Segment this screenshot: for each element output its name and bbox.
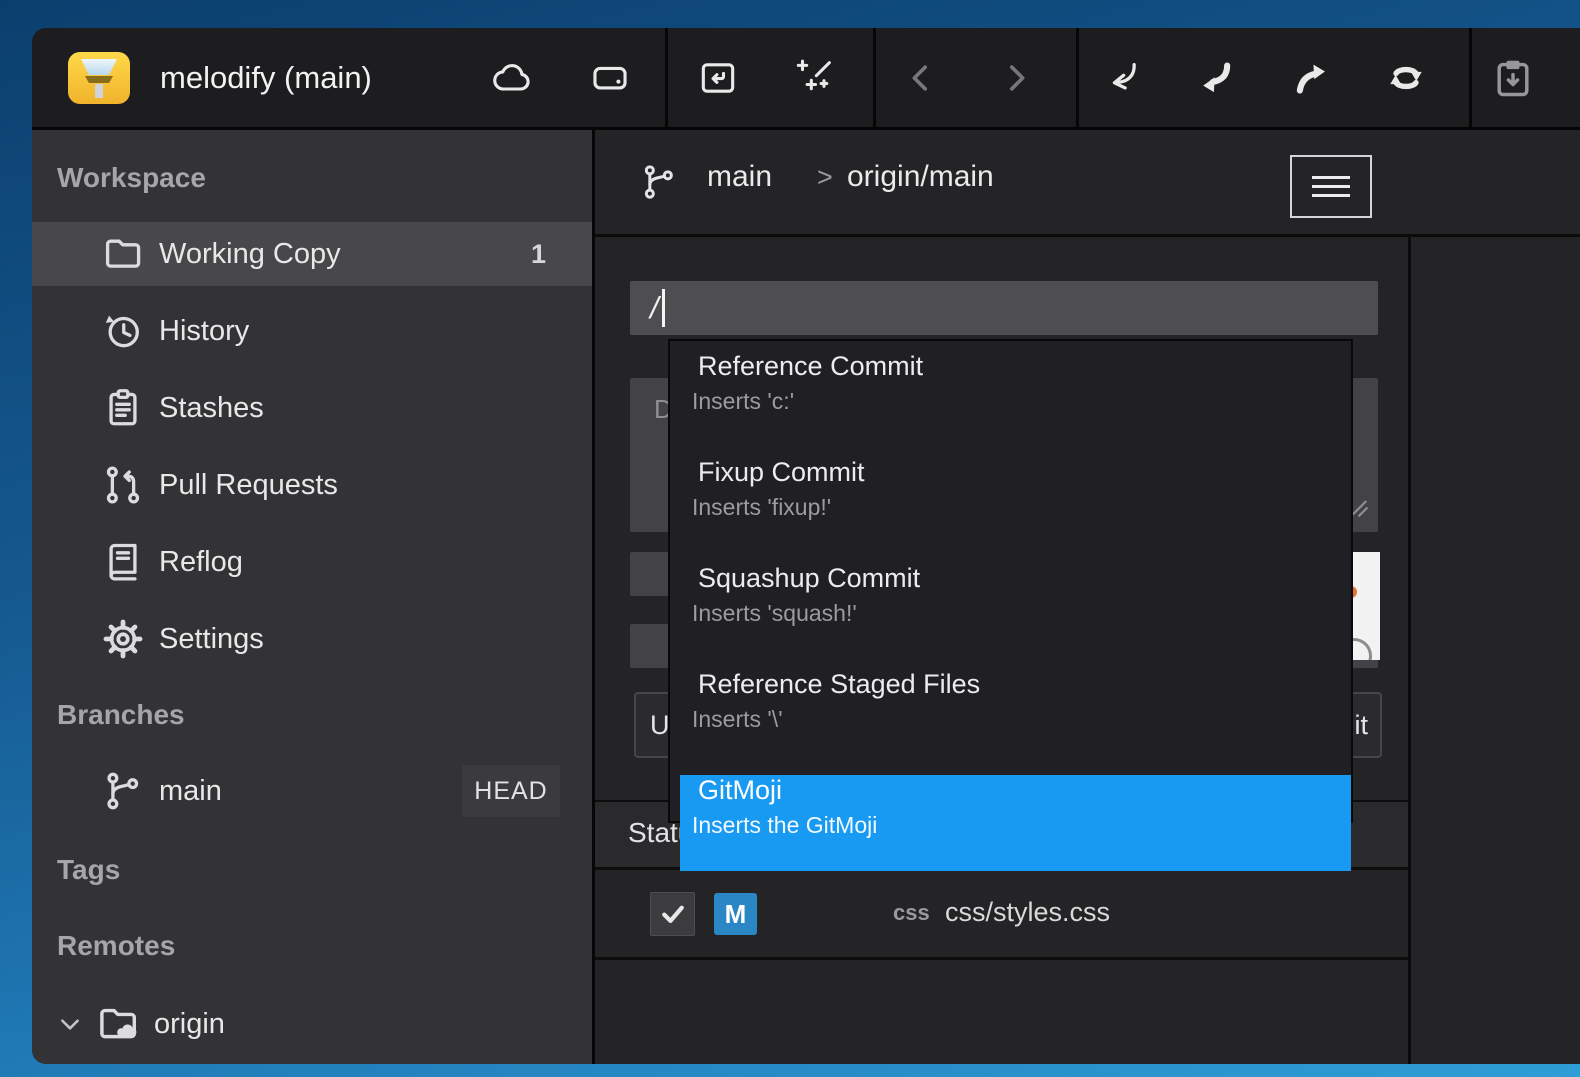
autocomplete-subtitle: Inserts '\': [692, 706, 1351, 733]
app-window: melodify (main): [32, 28, 1580, 1064]
file-type-label: css: [893, 900, 930, 926]
stage-checkbox[interactable]: [650, 892, 695, 936]
back-icon[interactable]: [897, 28, 945, 127]
breadcrumb-separator: >: [817, 162, 833, 193]
autocomplete-title: Reference Staged Files: [698, 669, 1351, 700]
gitmoji-preview-arc: [1350, 638, 1372, 660]
sidebar-item-label: origin: [154, 1008, 225, 1041]
breadcrumb-branch[interactable]: main: [707, 160, 772, 194]
table-row[interactable]: M css css/styles.css: [595, 870, 1408, 960]
history-icon: [100, 308, 146, 354]
clipboard-icon: [100, 385, 146, 431]
app-logo-icon: [68, 52, 130, 104]
open-folder-icon[interactable]: [694, 28, 742, 127]
sidebar: Workspace Working Copy 1 History: [32, 130, 595, 1064]
cloud-icon[interactable]: [488, 28, 536, 127]
sidebar-section-tags: Tags: [32, 852, 592, 888]
branch-icon: [100, 768, 146, 814]
autocomplete-item-reference-staged-files[interactable]: Reference Staged Files Inserts '\': [670, 669, 1351, 765]
autocomplete-title: Squashup Commit: [698, 563, 1351, 594]
breadcrumb-upstream[interactable]: origin/main: [847, 160, 994, 194]
autocomplete-title: Fixup Commit: [698, 457, 1351, 488]
autocomplete-subtitle: Inserts 'fixup!': [692, 494, 1351, 521]
autocomplete-item-fixup-commit[interactable]: Fixup Commit Inserts 'fixup!': [670, 457, 1351, 553]
chevron-down-icon[interactable]: [57, 1011, 87, 1037]
autocomplete-dropdown: Reference Commit Inserts 'c:' Fixup Comm…: [668, 339, 1353, 823]
check-icon: [658, 899, 688, 929]
sidebar-item-label: Pull Requests: [159, 469, 338, 502]
sidebar-item-label: main: [159, 775, 222, 808]
sidebar-item-remote-origin[interactable]: origin: [32, 992, 592, 1056]
gitmoji-preview: [1350, 552, 1380, 660]
drive-icon[interactable]: [586, 28, 634, 127]
sidebar-section-remotes: Remotes: [32, 928, 592, 964]
working-copy-count-badge: 1: [531, 239, 546, 270]
summary-text: /: [650, 290, 659, 326]
autocomplete-item-reference-commit[interactable]: Reference Commit Inserts 'c:': [670, 351, 1351, 447]
sidebar-section-workspace: Workspace: [32, 160, 592, 196]
overflow-menu-button[interactable]: [1290, 155, 1372, 218]
toolbar-divider: [1076, 28, 1079, 127]
sidebar-item-branch-main[interactable]: main HEAD: [32, 759, 592, 823]
panel-divider[interactable]: [1408, 130, 1411, 1064]
autocomplete-title: GitMoji: [698, 775, 1351, 806]
modified-status-badge: M: [714, 893, 757, 935]
pull-outline-icon[interactable]: [1100, 28, 1148, 127]
commit-summary-input[interactable]: /: [630, 281, 1378, 335]
push-icon[interactable]: [1286, 28, 1334, 127]
forward-icon[interactable]: [992, 28, 1040, 127]
autocomplete-item-gitmoji[interactable]: GitMoji Inserts the GitMoji: [680, 775, 1351, 871]
sidebar-item-history[interactable]: History: [32, 299, 592, 363]
main-panel: main > origin/main / Description: [595, 130, 1580, 1064]
breadcrumb-bar: main > origin/main: [595, 130, 1580, 237]
text-caret: [662, 289, 665, 327]
autocomplete-subtitle: Inserts 'squash!': [692, 600, 1351, 627]
desktop-background: melodify (main): [0, 0, 1580, 1077]
file-name: css/styles.css: [945, 897, 1110, 928]
sidebar-item-working-copy[interactable]: Working Copy 1: [32, 222, 592, 286]
remote-folder-icon: [95, 1001, 141, 1047]
hamburger-icon: [1312, 170, 1350, 203]
sync-icon[interactable]: [1382, 28, 1430, 127]
autocomplete-title: Reference Commit: [698, 351, 1351, 382]
sidebar-section-branches: Branches: [32, 697, 592, 733]
sidebar-item-label: Stashes: [159, 392, 264, 425]
toolbar-divider: [873, 28, 876, 127]
pull-request-icon: [100, 462, 146, 508]
branch-icon: [639, 162, 679, 207]
magic-wand-icon[interactable]: [790, 28, 838, 127]
pull-icon[interactable]: [1193, 28, 1241, 127]
sidebar-item-label: History: [159, 315, 249, 348]
sidebar-item-stashes[interactable]: Stashes: [32, 376, 592, 440]
sidebar-item-reflog[interactable]: Reflog: [32, 530, 592, 594]
autocomplete-subtitle: Inserts 'c:': [692, 388, 1351, 415]
autocomplete-subtitle: Inserts the GitMoji: [692, 812, 1351, 839]
toolbar-divider: [665, 28, 668, 127]
book-icon: [100, 539, 146, 585]
gear-icon: [100, 616, 146, 662]
stash-clipboard-icon[interactable]: [1489, 28, 1537, 127]
sidebar-item-label: Settings: [159, 623, 264, 656]
window-title: melodify (main): [160, 28, 372, 127]
title-bar: melodify (main): [32, 28, 1580, 130]
autocomplete-item-squashup-commit[interactable]: Squashup Commit Inserts 'squash!': [670, 563, 1351, 659]
sidebar-item-label: Reflog: [159, 546, 243, 579]
head-badge: HEAD: [462, 765, 560, 817]
sidebar-item-label: Working Copy: [159, 238, 341, 271]
folder-icon: [100, 231, 146, 277]
sidebar-item-pull-requests[interactable]: Pull Requests: [32, 453, 592, 517]
toolbar-divider: [1469, 28, 1472, 127]
sidebar-item-settings[interactable]: Settings: [32, 607, 592, 671]
